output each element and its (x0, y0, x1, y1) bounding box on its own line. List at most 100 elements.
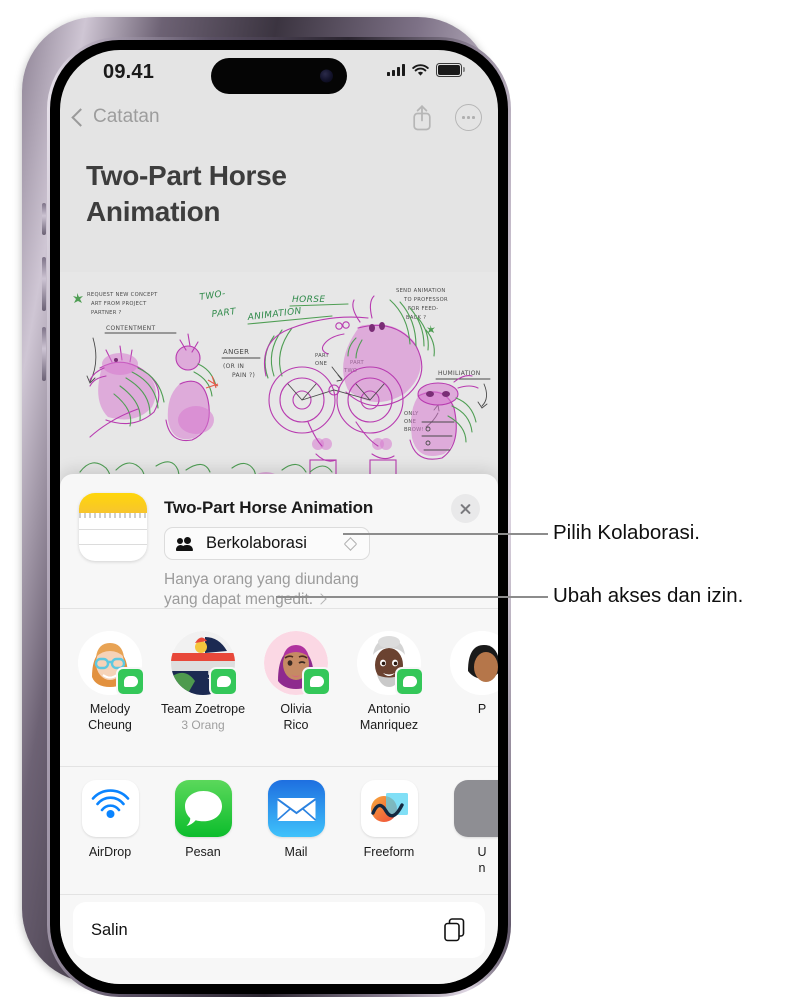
airdrop-icon (81, 780, 139, 837)
actions-list: Salin (73, 902, 485, 958)
contact-name-line2: Rico (283, 717, 309, 732)
app-messages[interactable]: Pesan (160, 780, 246, 861)
avatar (450, 631, 498, 695)
chevron-left-icon (71, 108, 90, 127)
contact-name-line1: Antonio (367, 702, 411, 716)
nav-bar: Catatan (60, 98, 498, 144)
svg-text:ANGER: ANGER (223, 348, 249, 356)
back-button-label: Catatan (93, 106, 160, 127)
avatar-wrapper (264, 631, 331, 696)
contact-name-line1: Melody (89, 702, 131, 716)
contact-antonio-manriquez[interactable]: Antonio Manriquez (346, 631, 432, 734)
action-label: Salin (91, 920, 128, 939)
volume-down-button[interactable] (42, 327, 46, 381)
svg-text:(OR IN: (OR IN (223, 363, 244, 370)
app-label: Mail (284, 845, 308, 859)
note-sketch-drawing: .hw{font-family:"DejaVu Sans",sans-serif… (60, 272, 498, 492)
app-label: AirDrop (88, 845, 132, 859)
notes-icon-rule (79, 529, 147, 531)
more-apps-icon (453, 780, 498, 837)
avatar-wrapper (78, 631, 145, 696)
app-airdrop[interactable]: AirDrop (67, 780, 153, 861)
svg-text:REQUEST NEW CONCEPT: REQUEST NEW CONCEPT (87, 292, 158, 298)
messages-badge-icon (302, 667, 331, 696)
notes-icon-perforation (79, 513, 147, 518)
svg-text:SEND ANIMATION: SEND ANIMATION (396, 288, 446, 294)
app-label: U n (477, 845, 487, 875)
share-sheet-header: Two-Part Horse Animation Berkolaborasi H… (60, 474, 498, 611)
more-circle-icon[interactable] (455, 104, 482, 131)
callout-1: Pilih Kolaborasi. (553, 521, 700, 544)
close-button[interactable] (451, 494, 480, 523)
mute-switch[interactable] (42, 203, 46, 235)
callout-leader-line-2 (276, 596, 548, 599)
freeform-icon (360, 780, 418, 837)
note-title-line-1: Two-Part Horse (86, 160, 287, 191)
notes-icon-header (79, 493, 147, 513)
horse-animation-sketch: .hw{font-family:"DejaVu Sans",sans-serif… (60, 272, 498, 492)
contact-name-line1: P (477, 702, 487, 716)
app-mail[interactable]: Mail (253, 780, 339, 861)
share-icon[interactable] (411, 104, 433, 131)
share-sheet: Two-Part Horse Animation Berkolaborasi H… (60, 474, 498, 984)
divider (60, 894, 498, 895)
permission-text: Hanya orang yang diundang yang dapat men… (164, 571, 359, 609)
svg-text:ART FROM PROJECT: ART FROM PROJECT (91, 301, 147, 307)
front-camera-icon (320, 69, 333, 83)
avatar-wrapper (357, 631, 424, 696)
apps-row[interactable]: AirDrop Pesan Mail Freeform U n (60, 768, 498, 895)
contact-partial[interactable]: P (439, 631, 498, 718)
app-label: Freeform (363, 845, 415, 859)
signal-bars-icon (387, 64, 405, 76)
divider (60, 608, 498, 609)
divider (60, 766, 498, 767)
contact-olivia-rico[interactable]: Olivia Rico (253, 631, 339, 734)
action-copy[interactable]: Salin (73, 902, 485, 958)
note-title-line-2: Animation (86, 195, 221, 227)
permission-link[interactable]: Hanya orang yang diundang yang dapat men… (164, 570, 379, 611)
copy-icon (443, 917, 467, 943)
collaborate-label: Berkolaborasi (206, 534, 307, 552)
back-button[interactable]: Catatan (71, 106, 160, 128)
messages-icon (174, 780, 232, 837)
contacts-row[interactable]: Melody Cheung Team Zoetrope 3 Orang Oliv… (60, 619, 498, 767)
notes-icon-rule (79, 544, 147, 546)
callout-2: Ubah akses dan izin. (553, 584, 744, 607)
contact-melody-cheung[interactable]: Melody Cheung (67, 631, 153, 734)
screenshot-root: 09.41 Catatan Two-Part Horse Animation R… (0, 0, 790, 998)
contact-name-line1: Olivia (280, 702, 312, 716)
status-bar-time: 09.41 (103, 61, 155, 83)
status-bar-indicators (387, 63, 465, 77)
contact-name-line2: Manriquez (359, 717, 419, 732)
app-label: Pesan (185, 845, 221, 859)
phone-screen: 09.41 Catatan Two-Part Horse Animation R… (60, 50, 498, 984)
svg-text:ONE: ONE (315, 361, 327, 367)
note-title: Two-Part Horse Animation (86, 158, 386, 230)
battery-full-icon (436, 63, 465, 77)
status-bar: 09.41 (60, 50, 498, 98)
svg-text:HUMILIATION: HUMILIATION (438, 370, 481, 377)
close-icon (459, 502, 472, 515)
avatar-wrapper: 5 (171, 631, 238, 696)
app-freeform[interactable]: Freeform (346, 780, 432, 861)
avatar-wrapper (450, 631, 498, 695)
up-down-chevron-icon (345, 536, 356, 552)
app-more[interactable]: U n (439, 780, 498, 876)
messages-badge-icon (116, 667, 145, 696)
nav-bar-actions (411, 104, 482, 131)
share-sheet-document-title: Two-Part Horse Animation (164, 498, 374, 517)
svg-text:TO PROFESSOR: TO PROFESSOR (403, 297, 448, 303)
svg-text:PARTNER ?: PARTNER ? (91, 310, 122, 316)
contact-team-zoetrope[interactable]: 5 Team Zoetrope 3 Orang (160, 631, 246, 732)
messages-badge-icon (209, 667, 238, 696)
people-icon (176, 536, 197, 551)
contact-name-line1: Team Zoetrope (160, 702, 246, 716)
svg-text:CONTENTMENT: CONTENTMENT (106, 325, 155, 332)
phone-frame: 09.41 Catatan Two-Part Horse Animation R… (22, 17, 511, 997)
contact-name-line2: Cheung (88, 717, 132, 732)
collaborate-dropdown[interactable]: Berkolaborasi (164, 527, 370, 560)
wifi-icon (412, 63, 429, 76)
volume-up-button[interactable] (42, 257, 46, 311)
notes-app-icon (79, 493, 147, 561)
mail-icon (267, 780, 325, 837)
